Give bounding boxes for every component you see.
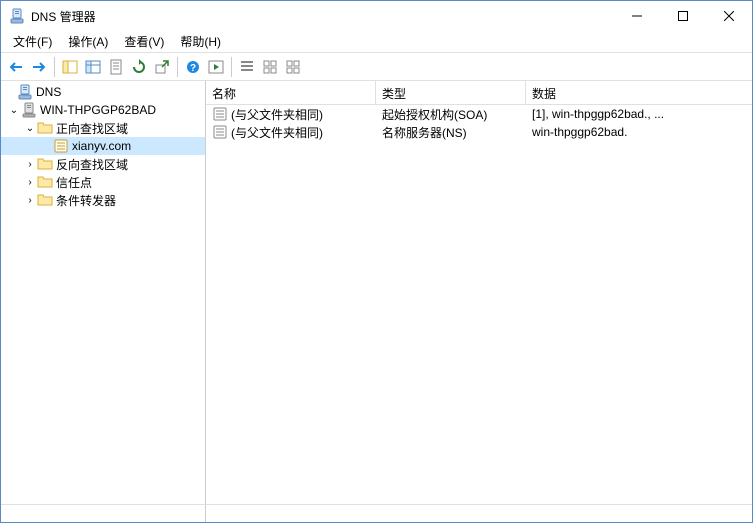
folder-icon: [37, 192, 53, 208]
record-row[interactable]: (与父文件夹相同)名称服务器(NS)win-thpggp62bad.: [206, 123, 752, 141]
refresh-button[interactable]: [128, 56, 150, 78]
refresh-icon: [131, 59, 147, 75]
twisty-expanded-icon[interactable]: ⌄: [7, 103, 21, 117]
icon-view-button[interactable]: [282, 56, 304, 78]
tree-conditional-forwarders[interactable]: › 条件转发器: [1, 191, 205, 209]
arrow-right-icon: [31, 59, 47, 75]
grid-icon: [285, 59, 301, 75]
column-type[interactable]: 类型: [376, 81, 526, 104]
run-button[interactable]: [205, 56, 227, 78]
folder-icon: [37, 174, 53, 190]
twisty-collapsed-icon[interactable]: ›: [23, 193, 37, 207]
menu-action[interactable]: 操作(A): [60, 31, 116, 52]
cell-type: 起始授权机构(SOA): [376, 105, 526, 124]
show-tree-button[interactable]: [59, 56, 81, 78]
cell-data: win-thpggp62bad.: [526, 124, 752, 140]
folder-icon: [37, 120, 53, 136]
record-icon: [212, 106, 228, 122]
twisty-collapsed-icon[interactable]: ›: [23, 157, 37, 171]
cell-type: 名称服务器(NS): [376, 123, 526, 142]
detail-view-button[interactable]: [259, 56, 281, 78]
toolbar-separator: [177, 57, 178, 77]
tree-label: xianyv.com: [72, 139, 131, 153]
minimize-button[interactable]: [614, 1, 660, 31]
arrow-left-icon: [8, 59, 24, 75]
tree-label: 条件转发器: [56, 192, 116, 209]
export-icon: [154, 59, 170, 75]
tree-label: 正向查找区域: [56, 120, 128, 137]
tree-server[interactable]: ⌄ WIN-THPGGP62BAD: [1, 101, 205, 119]
properties-button[interactable]: [105, 56, 127, 78]
twisty-collapsed-icon[interactable]: ›: [23, 175, 37, 189]
back-button[interactable]: [5, 56, 27, 78]
zone-icon: [53, 138, 69, 154]
toolbar-separator: [54, 57, 55, 77]
tree-trust-points[interactable]: › 信任点: [1, 173, 205, 191]
tree-reverse-lookup[interactable]: › 反向查找区域: [1, 155, 205, 173]
document-icon: [108, 59, 124, 75]
toolbar-separator: [231, 57, 232, 77]
detail-pane-icon: [85, 59, 101, 75]
folder-icon: [37, 156, 53, 172]
tree-label: 信任点: [56, 174, 92, 191]
server-icon: [21, 102, 37, 118]
tree-pane-icon: [62, 59, 78, 75]
list-icon: [239, 59, 255, 75]
column-data[interactable]: 数据: [526, 81, 752, 104]
close-button[interactable]: [706, 1, 752, 31]
dns-app-icon: [17, 84, 33, 100]
twisty-expanded-icon[interactable]: ⌄: [23, 121, 37, 135]
show-pane-button[interactable]: [82, 56, 104, 78]
tree-zone-selected[interactable]: ▶ xianyv.com: [1, 137, 205, 155]
main-body: ▶ DNS ⌄ WIN-THPGGP62BAD ⌄ 正向查找区域 ▶ xiany…: [1, 81, 752, 504]
help-icon: [185, 59, 201, 75]
cell-data: [1], win-thpggp62bad., ...: [526, 106, 752, 122]
list-pane: 名称 类型 数据 (与父文件夹相同)起始授权机构(SOA)[1], win-th…: [206, 81, 752, 504]
record-icon: [212, 124, 228, 140]
column-name[interactable]: 名称: [206, 81, 376, 104]
list-view-button[interactable]: [236, 56, 258, 78]
statusbar-left: [1, 505, 206, 522]
dns-app-icon: [9, 8, 25, 24]
maximize-icon: [678, 11, 688, 21]
tree-forward-lookup[interactable]: ⌄ 正向查找区域: [1, 119, 205, 137]
grid-icon: [262, 59, 278, 75]
menubar: 文件(F) 操作(A) 查看(V) 帮助(H): [1, 31, 752, 53]
tree-pane: ▶ DNS ⌄ WIN-THPGGP62BAD ⌄ 正向查找区域 ▶ xiany…: [1, 81, 206, 504]
list-body: (与父文件夹相同)起始授权机构(SOA)[1], win-thpggp62bad…: [206, 105, 752, 504]
record-row[interactable]: (与父文件夹相同)起始授权机构(SOA)[1], win-thpggp62bad…: [206, 105, 752, 123]
list-header: 名称 类型 数据: [206, 81, 752, 105]
tree-label: 反向查找区域: [56, 156, 128, 173]
tree-label: WIN-THPGGP62BAD: [40, 103, 156, 117]
forward-button[interactable]: [28, 56, 50, 78]
tree-label: DNS: [36, 85, 61, 99]
dns-manager-window: DNS 管理器 文件(F) 操作(A) 查看(V) 帮助(H) ▶: [0, 0, 753, 523]
close-icon: [724, 11, 734, 21]
export-button[interactable]: [151, 56, 173, 78]
maximize-button[interactable]: [660, 1, 706, 31]
minimize-icon: [632, 11, 642, 21]
help-button[interactable]: [182, 56, 204, 78]
menu-file[interactable]: 文件(F): [5, 31, 60, 52]
play-icon: [208, 59, 224, 75]
menu-view[interactable]: 查看(V): [116, 31, 172, 52]
cell-name: (与父文件夹相同): [206, 105, 376, 124]
tree-root-dns[interactable]: ▶ DNS: [1, 83, 205, 101]
toolbar: [1, 53, 752, 81]
statusbar: [1, 504, 752, 522]
menu-help[interactable]: 帮助(H): [172, 31, 229, 52]
cell-name: (与父文件夹相同): [206, 123, 376, 142]
titlebar: DNS 管理器: [1, 1, 752, 31]
window-title: DNS 管理器: [31, 8, 614, 25]
